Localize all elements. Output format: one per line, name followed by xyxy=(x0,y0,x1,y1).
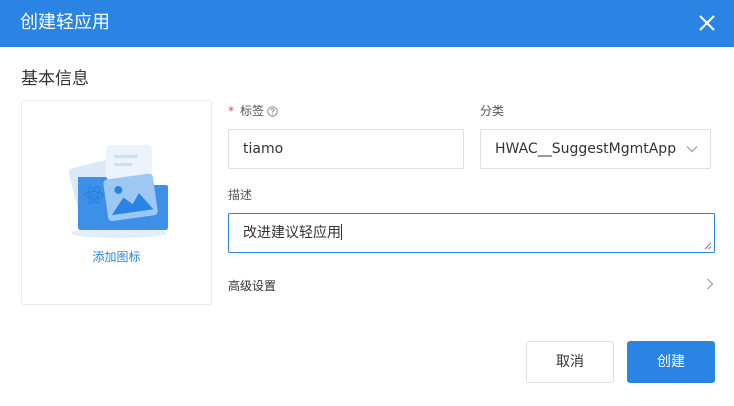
image-folder-icon xyxy=(68,145,168,238)
description-label: 描述 xyxy=(228,188,253,202)
category-select-value: HWAC__SuggestMgmtApp xyxy=(495,141,677,157)
advanced-settings-row[interactable]: 高级设置 xyxy=(228,270,714,298)
tag-input[interactable]: tiamo xyxy=(228,129,464,169)
close-button[interactable] xyxy=(696,12,718,34)
add-icon-label: 添加图标 xyxy=(92,250,141,264)
dialog-title: 创建轻应用 xyxy=(20,12,110,33)
resize-grip-icon[interactable] xyxy=(704,242,712,250)
category-select[interactable]: HWAC__SuggestMgmtApp xyxy=(480,129,711,169)
create-light-app-dialog: 创建轻应用 基本信息 添加图标 * 标签 分类 tiamo HWAC__Sugg… xyxy=(0,0,734,406)
tag-label-text: 标签 xyxy=(240,104,265,118)
help-icon[interactable] xyxy=(267,106,278,117)
section-title-basic-info: 基本信息 xyxy=(21,69,89,89)
text-caret xyxy=(341,224,342,240)
add-icon-card[interactable]: 添加图标 xyxy=(21,100,212,305)
chevron-down-icon xyxy=(686,146,698,153)
advanced-settings-label: 高级设置 xyxy=(228,279,277,293)
close-icon xyxy=(699,15,715,31)
cancel-button[interactable]: 取消 xyxy=(526,341,614,383)
tag-input-value: tiamo xyxy=(243,141,284,157)
chevron-right-icon xyxy=(707,278,714,290)
description-value: 改进建议轻应用 xyxy=(243,225,341,241)
tag-label: * 标签 xyxy=(228,103,278,119)
category-label: 分类 xyxy=(480,104,505,118)
dialog-header: 创建轻应用 xyxy=(0,0,734,47)
description-textarea[interactable]: 改进建议轻应用 xyxy=(228,213,715,253)
required-mark: * xyxy=(228,104,234,118)
create-button[interactable]: 创建 xyxy=(627,341,715,383)
